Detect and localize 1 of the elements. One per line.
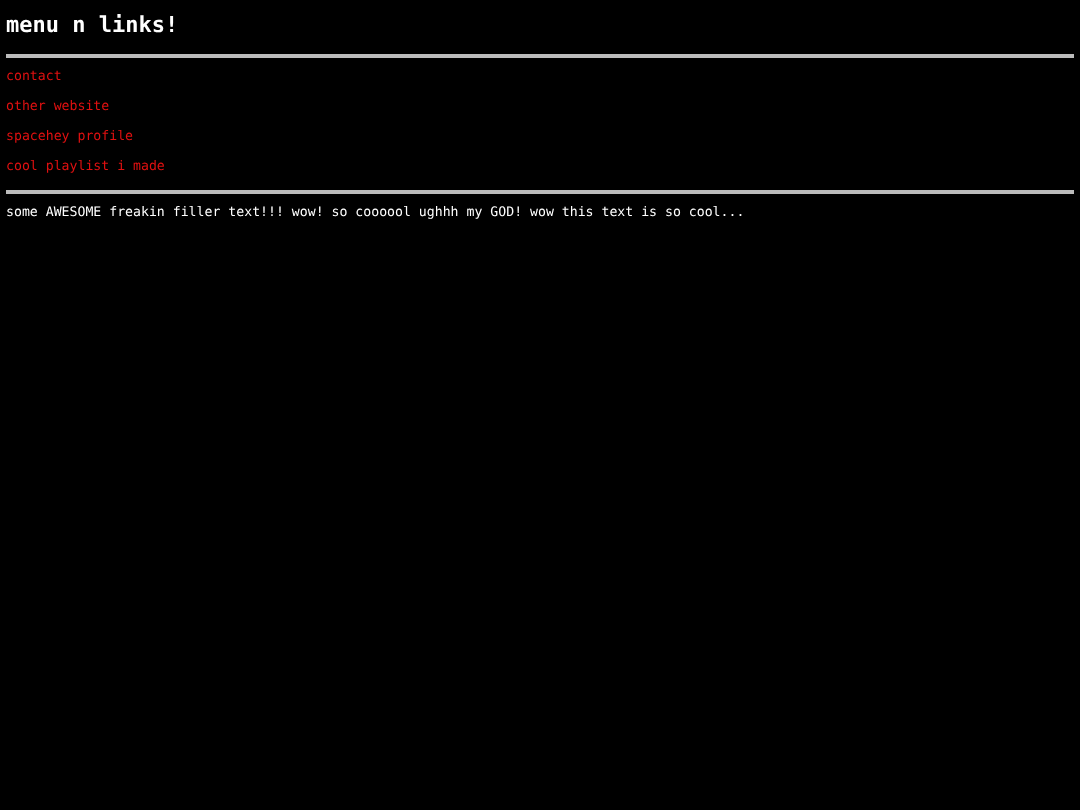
- page-title: menu n links!: [6, 12, 181, 40]
